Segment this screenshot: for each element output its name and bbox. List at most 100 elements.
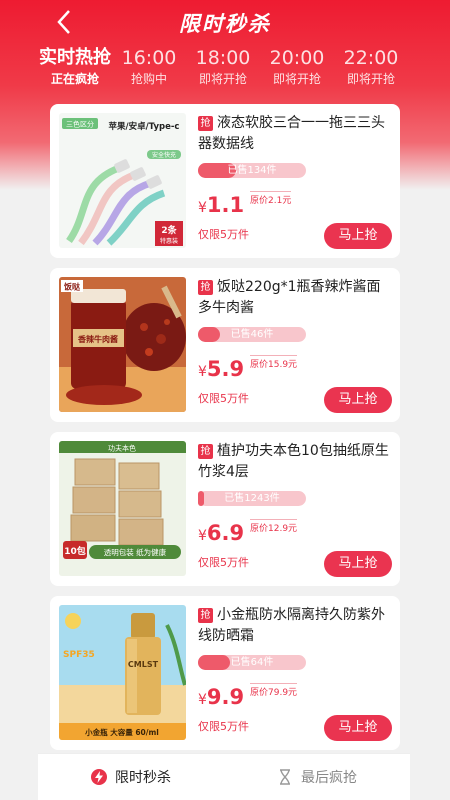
sold-progress-bar: 已售1243件 <box>198 491 306 506</box>
buy-now-button[interactable]: 马上抢 <box>324 551 392 577</box>
original-price: 原价15.9元 <box>250 355 298 370</box>
product-name-text: 饭哒220g*1瓶香辣炸酱面多牛肉酱 <box>198 279 381 316</box>
image-bottom: 小金瓶 大容量 60/ml <box>85 727 159 737</box>
product-name-text: 小金瓶防水隔离持久防紫外线防晒霜 <box>198 607 385 644</box>
product-name[interactable]: 抢饭哒220g*1瓶香辣炸酱面多牛肉酱 <box>198 277 393 319</box>
image-bottom: 透明包装 纸为健康 <box>104 547 167 557</box>
image-headline: 苹果/安卓/Type-c <box>109 121 180 132</box>
image-spf: SPF35 <box>63 650 95 660</box>
time-slot-time: 20:00 <box>269 47 325 69</box>
flash-price: ¥9.9 <box>198 685 244 709</box>
product-name-text: 植护功夫本色10包抽纸原生竹浆4层 <box>198 443 389 480</box>
sold-progress-fill <box>198 327 220 342</box>
buy-now-button[interactable]: 马上抢 <box>324 715 392 741</box>
product-image[interactable]: SPF35 CMLST 小金瓶 大容量 60/ml <box>59 605 186 740</box>
product-image[interactable]: 三色区分 苹果/安卓/Type-c 安全快充 2条 特惠装 <box>59 113 186 248</box>
product-image[interactable]: 香辣牛肉酱 饭哒 <box>59 277 186 412</box>
product-card[interactable]: 三色区分 苹果/安卓/Type-c 安全快充 2条 特惠装 抢液态软胶三合一一拖… <box>50 104 400 258</box>
top-bar: 限时秒杀 <box>0 0 450 44</box>
tab-label: 最后疯抢 <box>301 770 357 786</box>
time-slot-time: 22:00 <box>343 47 399 69</box>
hourglass-icon <box>280 769 290 785</box>
flash-tag: 抢 <box>198 116 213 131</box>
stock-limit: 仅限5万件 <box>198 228 249 241</box>
stock-limit: 仅限5万件 <box>198 392 249 405</box>
product-name[interactable]: 抢液态软胶三合一一拖三三头器数据线 <box>198 113 393 155</box>
currency-symbol: ¥ <box>198 200 207 216</box>
time-slot-time: 16:00 <box>121 47 177 69</box>
currency-symbol: ¥ <box>198 692 207 708</box>
image-corner-sub: 特惠装 <box>160 237 178 245</box>
tab-flash-sale[interactable]: 限时秒杀 <box>38 754 224 800</box>
image-corner: 2条 <box>161 224 177 236</box>
product-card[interactable]: 香辣牛肉酱 饭哒 抢饭哒220g*1瓶香辣炸酱面多牛肉酱 已售46件 ¥5.9 … <box>50 268 400 422</box>
product-info: 抢液态软胶三合一一拖三三头器数据线 已售134件 ¥1.1 原价2.1元 仅限5… <box>198 113 393 249</box>
sold-count: 已售1243件 <box>224 493 280 504</box>
sold-count: 已售46件 <box>230 329 274 340</box>
buy-now-button[interactable]: 马上抢 <box>324 387 392 413</box>
product-card[interactable]: 功夫本色 10包 透明包装 纸为健康 抢植护功夫本色10包抽纸原生竹浆4层 已售… <box>50 432 400 586</box>
product-info: 抢植护功夫本色10包抽纸原生竹浆4层 已售1243件 ¥6.9 原价12.9元 … <box>198 441 393 577</box>
buy-now-button[interactable]: 马上抢 <box>324 223 392 249</box>
stock-limit: 仅限5万件 <box>198 556 249 569</box>
price-value: 1.1 <box>206 193 245 217</box>
currency-symbol: ¥ <box>198 528 207 544</box>
original-price: 原价12.9元 <box>250 519 298 534</box>
product-info: 抢饭哒220g*1瓶香辣炸酱面多牛肉酱 已售46件 ¥5.9 原价15.9元 仅… <box>198 277 393 413</box>
image-count: 10包 <box>64 545 86 557</box>
sold-progress-fill <box>198 491 205 506</box>
time-slot-status: 即将开抢 <box>198 72 247 86</box>
product-card[interactable]: SPF35 CMLST 小金瓶 大容量 60/ml 抢小金瓶防水隔离持久防紫外线… <box>50 596 400 750</box>
product-info: 抢小金瓶防水隔离持久防紫外线防晒霜 已售64件 ¥9.9 原价79.9元 仅限5… <box>198 605 393 741</box>
flash-tag: 抢 <box>198 608 213 623</box>
flash-price: ¥5.9 <box>198 357 244 381</box>
time-slot-tab-1600[interactable]: 16:00 抢购中 <box>112 46 186 94</box>
sold-progress-bar: 已售134件 <box>198 163 306 178</box>
price-value: 6.9 <box>206 521 245 545</box>
time-slot-tab-1800[interactable]: 18:00 即将开抢 <box>186 46 260 94</box>
tab-last-chance[interactable]: 最后疯抢 <box>224 754 410 800</box>
time-slot-status: 即将开抢 <box>272 72 321 86</box>
sold-count: 已售134件 <box>227 165 277 176</box>
tab-label: 限时秒杀 <box>115 770 171 786</box>
image-badge: 饭哒 <box>63 282 80 292</box>
usb-cable-image: 三色区分 苹果/安卓/Type-c 安全快充 2条 特惠装 <box>59 113 186 248</box>
flash-price: ¥6.9 <box>198 521 244 545</box>
sold-count: 已售64件 <box>230 657 274 668</box>
time-slot-tab-2200[interactable]: 22:00 即将开抢 <box>334 46 408 94</box>
image-brand: CMLST <box>128 660 159 669</box>
price-value: 5.9 <box>206 357 245 381</box>
time-slot-tab-2000[interactable]: 20:00 即将开抢 <box>260 46 334 94</box>
image-badge: 功夫本色 <box>108 444 136 453</box>
flash-price: ¥1.1 <box>198 193 244 217</box>
flash-tag: 抢 <box>198 444 213 459</box>
product-name[interactable]: 抢小金瓶防水隔离持久防紫外线防晒霜 <box>198 605 393 647</box>
image-badge: 三色区分 <box>66 120 94 129</box>
time-slot-time: 18:00 <box>195 47 251 69</box>
original-price: 原价2.1元 <box>250 191 292 206</box>
product-name[interactable]: 抢植护功夫本色10包抽纸原生竹浆4层 <box>198 441 393 483</box>
time-slot-time: 实时热抢 <box>39 47 111 68</box>
stock-limit: 仅限5万件 <box>198 720 249 733</box>
beef-sauce-image: 香辣牛肉酱 饭哒 <box>59 277 186 412</box>
sunscreen-image: SPF35 CMLST 小金瓶 大容量 60/ml <box>59 605 186 740</box>
time-slot-status: 正在疯抢 <box>50 72 99 86</box>
time-slot-tab-live[interactable]: 实时热抢 正在疯抢 <box>38 46 112 94</box>
time-slot-status: 抢购中 <box>130 72 167 86</box>
tissue-pack-image: 功夫本色 10包 透明包装 纸为健康 <box>59 441 186 576</box>
time-slot-status: 即将开抢 <box>346 72 395 86</box>
sold-progress-bar: 已售46件 <box>198 327 306 342</box>
product-name-text: 液态软胶三合一一拖三三头器数据线 <box>198 115 385 152</box>
price-value: 9.9 <box>206 685 245 709</box>
flash-tag: 抢 <box>198 280 213 295</box>
bottom-tab-bar: 限时秒杀 最后疯抢 <box>38 753 410 800</box>
time-slot-tabs: 实时热抢 正在疯抢 16:00 抢购中 18:00 即将开抢 20:00 即将开… <box>38 46 410 94</box>
image-label: 香辣牛肉酱 <box>77 334 118 344</box>
sold-progress-fill <box>198 655 231 670</box>
image-sub: 安全快充 <box>152 151 176 159</box>
lightning-icon <box>91 769 107 785</box>
page-title: 限时秒杀 <box>179 12 271 36</box>
currency-symbol: ¥ <box>198 364 207 380</box>
original-price: 原价79.9元 <box>250 683 298 698</box>
product-image[interactable]: 功夫本色 10包 透明包装 纸为健康 <box>59 441 186 576</box>
